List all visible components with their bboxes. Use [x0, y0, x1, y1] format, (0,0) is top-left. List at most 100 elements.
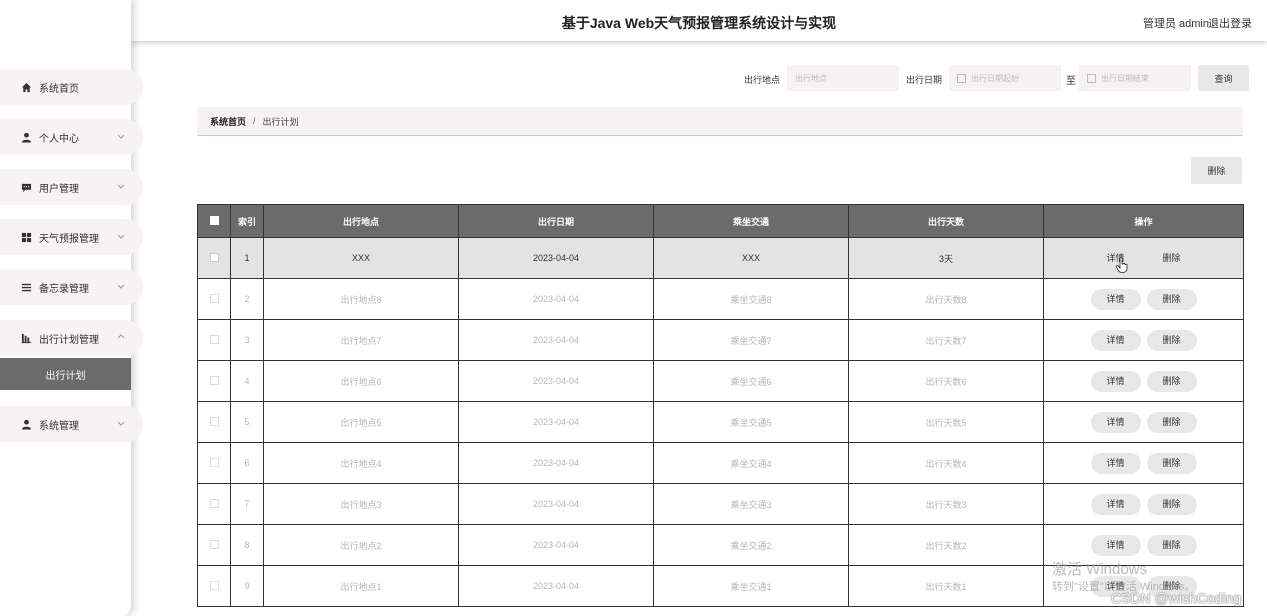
- table-row[interactable]: 1 XXX 2023-04-04 XXX 3天 详情 删除: [197, 237, 1244, 279]
- bulk-delete-button[interactable]: 删除: [1191, 157, 1242, 184]
- delete-button[interactable]: 删除: [1146, 370, 1197, 392]
- delete-button[interactable]: 删除: [1146, 288, 1197, 310]
- cell-location: 出行地点8: [263, 278, 459, 320]
- row-checkbox[interactable]: [209, 416, 219, 426]
- cell-date: 2023-04-04: [458, 278, 654, 320]
- detail-button[interactable]: 详情: [1090, 329, 1141, 351]
- logout-link[interactable]: 退出登录: [1208, 15, 1252, 31]
- date-start-placeholder: 出行日期起始: [971, 73, 1019, 83]
- cell-date: 2023-04-04: [458, 319, 654, 361]
- cell-location: 出行地点4: [263, 442, 459, 484]
- sidebar-subitem-travel-plan[interactable]: 出行计划: [0, 358, 131, 390]
- person-icon: [20, 131, 32, 143]
- location-placeholder: 出行地点: [795, 73, 827, 83]
- cell-transport: 乘坐交通8: [653, 278, 849, 320]
- cell-transport: 乘坐交通6: [653, 360, 849, 402]
- date-start-input[interactable]: 出行日期起始: [949, 65, 1061, 91]
- cell-index: 5: [230, 401, 264, 443]
- sidebar-item-memo[interactable]: 备忘录管理: [0, 269, 143, 305]
- row-select-cell: [197, 483, 231, 525]
- csdn-watermark: CSDN @wishCoding: [1111, 590, 1242, 606]
- cell-index: 7: [230, 483, 264, 525]
- delete-button[interactable]: 删除: [1147, 248, 1197, 269]
- column-header: 出行日期: [458, 204, 654, 238]
- breadcrumb-current: 出行计划: [262, 116, 299, 127]
- delete-button[interactable]: 删除: [1146, 329, 1197, 351]
- cell-days: 出行天数5: [848, 401, 1044, 443]
- row-select-cell: [197, 565, 231, 607]
- date-label: 出行日期: [906, 75, 943, 85]
- table-row[interactable]: 6 出行地点4 2023-04-04 乘坐交通4 出行天数4 详情 删除: [197, 442, 1244, 484]
- cell-date: 2023-04-04: [458, 483, 654, 525]
- row-select-cell: [197, 237, 231, 279]
- current-user: 管理员 admin: [1142, 18, 1209, 30]
- sidebar-item-system[interactable]: 系统管理: [0, 406, 143, 442]
- cell-date: 2023-04-04: [458, 442, 654, 484]
- table-row[interactable]: 7 出行地点3 2023-04-04 乘坐交通3 出行天数3 详情 删除: [197, 483, 1244, 525]
- cell-days: 3天: [848, 237, 1044, 279]
- delete-button[interactable]: 删除: [1146, 493, 1197, 515]
- chevron-down-icon: [117, 421, 125, 426]
- sidebar-item-label: 备忘录管理: [39, 283, 89, 295]
- delete-button[interactable]: 删除: [1146, 411, 1197, 433]
- cell-date: 2023-04-04: [458, 401, 654, 443]
- date-end-input[interactable]: 出行日期结束: [1079, 65, 1191, 91]
- table-row[interactable]: 3 出行地点7 2023-04-04 乘坐交通7 出行天数7 详情 删除: [197, 319, 1244, 361]
- row-select-cell: [197, 524, 231, 566]
- top-header: 基于Java Web天气预报管理系统设计与实现 管理员 admin 退出登录: [131, 0, 1267, 41]
- detail-button[interactable]: 详情: [1090, 288, 1141, 310]
- cell-location: 出行地点5: [263, 401, 459, 443]
- detail-button[interactable]: 详情: [1090, 493, 1141, 515]
- grid-icon: [20, 231, 32, 243]
- row-checkbox[interactable]: [209, 498, 219, 508]
- search-button[interactable]: 查询: [1198, 65, 1249, 91]
- row-checkbox[interactable]: [209, 457, 219, 467]
- row-checkbox[interactable]: [209, 252, 219, 262]
- cell-date: 2023-04-04: [458, 237, 654, 279]
- delete-button[interactable]: 删除: [1146, 452, 1197, 474]
- delete-button[interactable]: 删除: [1146, 534, 1197, 556]
- cell-date: 2023-04-04: [458, 524, 654, 566]
- row-checkbox[interactable]: [209, 334, 219, 344]
- cell-actions: 详情 删除: [1043, 483, 1244, 525]
- cell-transport: 乘坐交通3: [653, 483, 849, 525]
- row-checkbox[interactable]: [209, 293, 219, 303]
- detail-button[interactable]: 详情: [1090, 411, 1141, 433]
- table-row[interactable]: 5 出行地点5 2023-04-04 乘坐交通5 出行天数5 详情 删除: [197, 401, 1244, 443]
- table-row[interactable]: 2 出行地点8 2023-04-04 乘坐交通8 出行天数8 详情 删除: [197, 278, 1244, 320]
- breadcrumb-home[interactable]: 系统首页: [210, 115, 246, 128]
- sidebar-item-weather[interactable]: 天气预报管理: [0, 219, 143, 255]
- column-header: 操作: [1043, 204, 1244, 238]
- breadcrumb-separator: /: [253, 116, 256, 126]
- detail-button[interactable]: 详情: [1090, 370, 1141, 392]
- cell-transport: XXX: [653, 237, 849, 279]
- detail-button[interactable]: 详情: [1090, 534, 1141, 556]
- row-select-cell: [197, 360, 231, 402]
- chevron-down-icon: [117, 234, 125, 239]
- sidebar-item-personal[interactable]: 个人中心: [0, 119, 143, 155]
- row-checkbox[interactable]: [209, 539, 219, 549]
- location-search-input[interactable]: 出行地点: [787, 65, 899, 91]
- chat-icon: [20, 181, 32, 193]
- hand-cursor-icon: [1116, 257, 1128, 273]
- sidebar-item-travel[interactable]: 出行计划管理: [0, 320, 143, 356]
- column-header: 乘坐交通: [653, 204, 849, 238]
- cell-location: 出行地点6: [263, 360, 459, 402]
- chevron-down-icon: [117, 184, 125, 189]
- breadcrumb: 系统首页 / 出行计划: [197, 107, 1243, 136]
- row-checkbox[interactable]: [209, 375, 219, 385]
- sidebar-item-users[interactable]: 用户管理: [0, 169, 143, 205]
- select-all-checkbox[interactable]: [209, 215, 219, 225]
- sidebar-item-home[interactable]: 系统首页: [0, 69, 143, 105]
- sidebar-item-label: 用户管理: [39, 183, 79, 195]
- sidebar-item-label: 出行计划管理: [39, 334, 99, 346]
- chevron-up-icon: [117, 334, 125, 339]
- cell-transport: 乘坐交通4: [653, 442, 849, 484]
- cell-actions: 详情 删除: [1043, 442, 1244, 484]
- row-checkbox[interactable]: [209, 580, 219, 590]
- location-label: 出行地点: [744, 75, 781, 85]
- to-label: 至: [1066, 76, 1076, 87]
- detail-button[interactable]: 详情: [1090, 452, 1141, 474]
- cell-transport: 乘坐交通7: [653, 319, 849, 361]
- table-row[interactable]: 4 出行地点6 2023-04-04 乘坐交通6 出行天数6 详情 删除: [197, 360, 1244, 402]
